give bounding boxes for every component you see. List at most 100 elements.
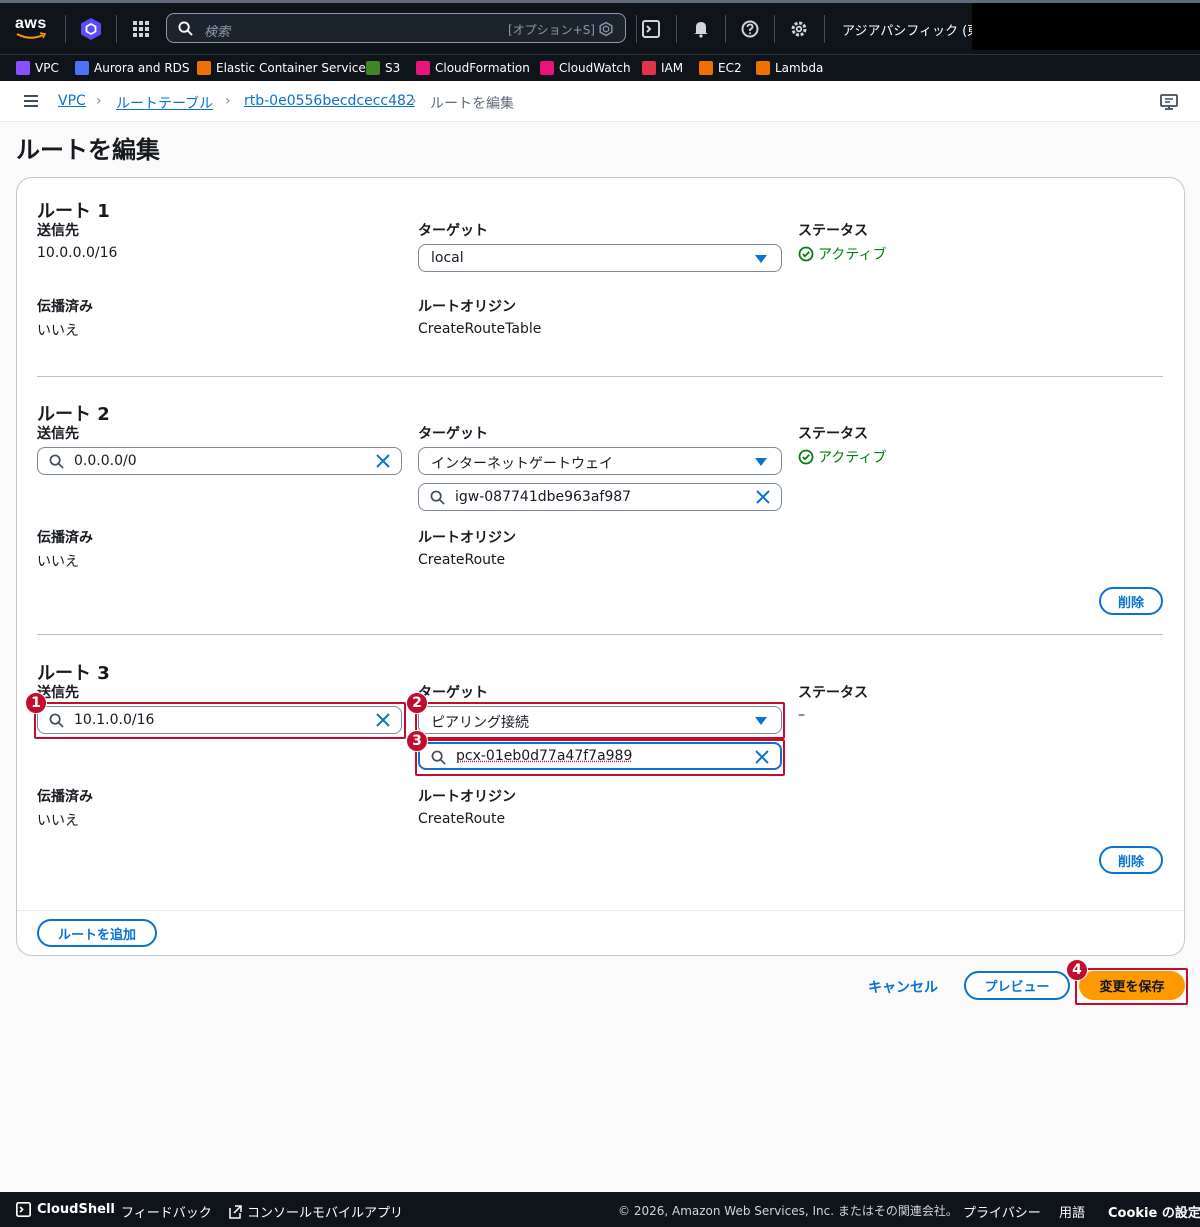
settings-gear-icon[interactable] bbox=[785, 15, 813, 43]
favorite-ec2[interactable]: EC2 bbox=[699, 61, 742, 75]
annotation-badge-4: 4 bbox=[1066, 959, 1088, 981]
annotation-badge-1: 1 bbox=[25, 692, 47, 714]
global-search-input[interactable]: 検索 [オプション+S] bbox=[166, 13, 626, 43]
cloudwatch-icon bbox=[540, 61, 554, 75]
copyright-text: © 2026, Amazon Web Services, Inc. またはその関… bbox=[618, 1202, 958, 1219]
external-link-icon bbox=[229, 1205, 242, 1219]
route-2-target-id-input[interactable]: igw-087741dbe963af987 bbox=[418, 483, 782, 511]
cloudshell-icon[interactable] bbox=[637, 15, 665, 43]
favorite-vpc[interactable]: VPC bbox=[16, 61, 59, 75]
help-icon[interactable] bbox=[736, 15, 764, 43]
privacy-link[interactable]: プライバシー bbox=[963, 1202, 1041, 1221]
breadcrumb-vpc[interactable]: VPC bbox=[58, 93, 86, 109]
favorite-s3[interactable]: S3 bbox=[366, 61, 400, 75]
route-3-status-value: – bbox=[798, 707, 805, 723]
feedback-link[interactable]: フィードバック bbox=[121, 1202, 212, 1221]
divider bbox=[37, 634, 1163, 635]
annotation-highlight-1 bbox=[34, 702, 406, 739]
favorites-bar: VPC Aurora and RDS Elastic Container Ser… bbox=[0, 54, 1200, 81]
route-2-status: アクティブ bbox=[798, 447, 886, 467]
cloudshell-link[interactable]: CloudShell bbox=[16, 1202, 115, 1217]
route-2-target-id-value: igw-087741dbe963af987 bbox=[455, 489, 631, 505]
caret-down-icon bbox=[755, 255, 767, 263]
favorite-lambda[interactable]: Lambda bbox=[756, 61, 823, 75]
route-1-origin-value: CreateRouteTable bbox=[418, 321, 541, 337]
breadcrumb-current: ルートを編集 bbox=[430, 93, 514, 113]
card-footer-divider bbox=[17, 910, 1184, 911]
console-footer: CloudShell フィードバック コンソールモバイルアプリ © 2026, … bbox=[0, 1192, 1200, 1227]
route-2-propagated-label: 伝播済み bbox=[37, 527, 93, 547]
notifications-bell-icon[interactable] bbox=[687, 15, 715, 43]
mobile-app-link[interactable]: コンソールモバイルアプリ bbox=[229, 1202, 403, 1221]
route-1-propagated-label: 伝播済み bbox=[37, 296, 93, 316]
route-2-destination-input[interactable]: 0.0.0.0/0 bbox=[37, 447, 402, 475]
route-2-target-select[interactable]: インターネットゲートウェイ bbox=[418, 447, 782, 475]
route-2-target-value: インターネットゲートウェイ bbox=[431, 453, 613, 473]
route-1-destination-label: 送信先 bbox=[37, 220, 79, 240]
route-2-origin-label: ルートオリジン bbox=[418, 527, 516, 547]
routes-card bbox=[16, 177, 1185, 956]
route-2-delete-button[interactable]: 削除 bbox=[1099, 587, 1163, 615]
route-3-propagated-value: いいえ bbox=[37, 810, 79, 830]
route-2-origin-value: CreateRoute bbox=[418, 552, 505, 568]
route-3-status-label: ステータス bbox=[798, 682, 868, 702]
annotation-highlight-3 bbox=[415, 739, 785, 776]
apps-grid-icon[interactable] bbox=[127, 15, 155, 43]
cloudformation-icon bbox=[416, 61, 430, 75]
add-route-button[interactable]: ルートを追加 bbox=[37, 919, 157, 947]
cloudshell-icon bbox=[16, 1202, 31, 1217]
clear-x-icon[interactable] bbox=[376, 454, 390, 468]
route-3-propagated-label: 伝播済み bbox=[37, 786, 93, 806]
search-icon bbox=[49, 454, 64, 469]
annotation-badge-3: 3 bbox=[406, 730, 428, 752]
lambda-icon bbox=[756, 61, 770, 75]
route-3-delete-button[interactable]: 削除 bbox=[1099, 846, 1163, 874]
top-navigation: aws 検索 [オプション+S] アジアパシフィック (東京) bbox=[0, 0, 1200, 54]
route-2-target-label: ターゲット bbox=[418, 423, 488, 443]
route-2-status-label: ステータス bbox=[798, 423, 868, 443]
aws-logo-text: aws bbox=[15, 16, 51, 32]
chevron-right-icon: › bbox=[96, 93, 102, 109]
page-title: ルートを編集 bbox=[16, 130, 160, 165]
redacted-account-area bbox=[972, 3, 1200, 50]
favorite-ecs[interactable]: Elastic Container Service bbox=[197, 61, 366, 75]
annotation-badge-2: 2 bbox=[406, 692, 428, 714]
route-2-destination-value: 0.0.0.0/0 bbox=[74, 453, 137, 469]
route-1-status-label: ステータス bbox=[798, 220, 868, 240]
route-2-propagated-value: いいえ bbox=[37, 551, 79, 571]
menu-hamburger-icon[interactable] bbox=[24, 95, 38, 106]
services-shield-icon[interactable] bbox=[77, 15, 105, 43]
preview-button[interactable]: プレビュー bbox=[964, 971, 1070, 1000]
ecs-icon bbox=[197, 61, 211, 75]
breadcrumb: VPC › ルートテーブル › rtb-0e0556becdcecc482 › … bbox=[0, 81, 1200, 122]
rds-icon bbox=[75, 61, 89, 75]
route-1-target-value: local bbox=[431, 250, 464, 266]
s3-icon bbox=[366, 61, 380, 75]
annotation-highlight-2 bbox=[415, 702, 785, 739]
terms-link[interactable]: 用語 bbox=[1059, 1202, 1085, 1221]
aws-logo[interactable]: aws bbox=[15, 16, 51, 40]
route-1-target-select[interactable]: local bbox=[418, 244, 782, 272]
route-1-propagated-value: いいえ bbox=[37, 320, 79, 340]
hexagon-icon bbox=[599, 22, 613, 36]
feedback-monitor-icon[interactable] bbox=[1160, 93, 1178, 111]
caret-down-icon bbox=[755, 458, 767, 466]
chevron-right-icon: › bbox=[411, 93, 417, 109]
search-shortcut: [オプション+S] bbox=[508, 21, 595, 38]
route-1-target-label: ターゲット bbox=[418, 220, 488, 240]
check-circle-icon bbox=[798, 449, 814, 465]
route-3-origin-label: ルートオリジン bbox=[418, 786, 516, 806]
iam-icon bbox=[642, 61, 656, 75]
cookie-settings-link[interactable]: Cookie の設定 bbox=[1108, 1202, 1200, 1221]
favorite-aurora-rds[interactable]: Aurora and RDS bbox=[75, 61, 190, 75]
favorite-cloudformation[interactable]: CloudFormation bbox=[416, 61, 530, 75]
favorite-cloudwatch[interactable]: CloudWatch bbox=[540, 61, 631, 75]
breadcrumb-route-table-id[interactable]: rtb-0e0556becdcecc482 bbox=[244, 93, 415, 109]
route-2-destination-label: 送信先 bbox=[37, 423, 79, 443]
cancel-button[interactable]: キャンセル bbox=[868, 977, 938, 997]
breadcrumb-route-tables[interactable]: ルートテーブル bbox=[116, 93, 213, 113]
search-icon bbox=[430, 490, 445, 505]
clear-x-icon[interactable] bbox=[756, 490, 770, 504]
vpc-icon bbox=[16, 61, 30, 75]
favorite-iam[interactable]: IAM bbox=[642, 61, 683, 75]
